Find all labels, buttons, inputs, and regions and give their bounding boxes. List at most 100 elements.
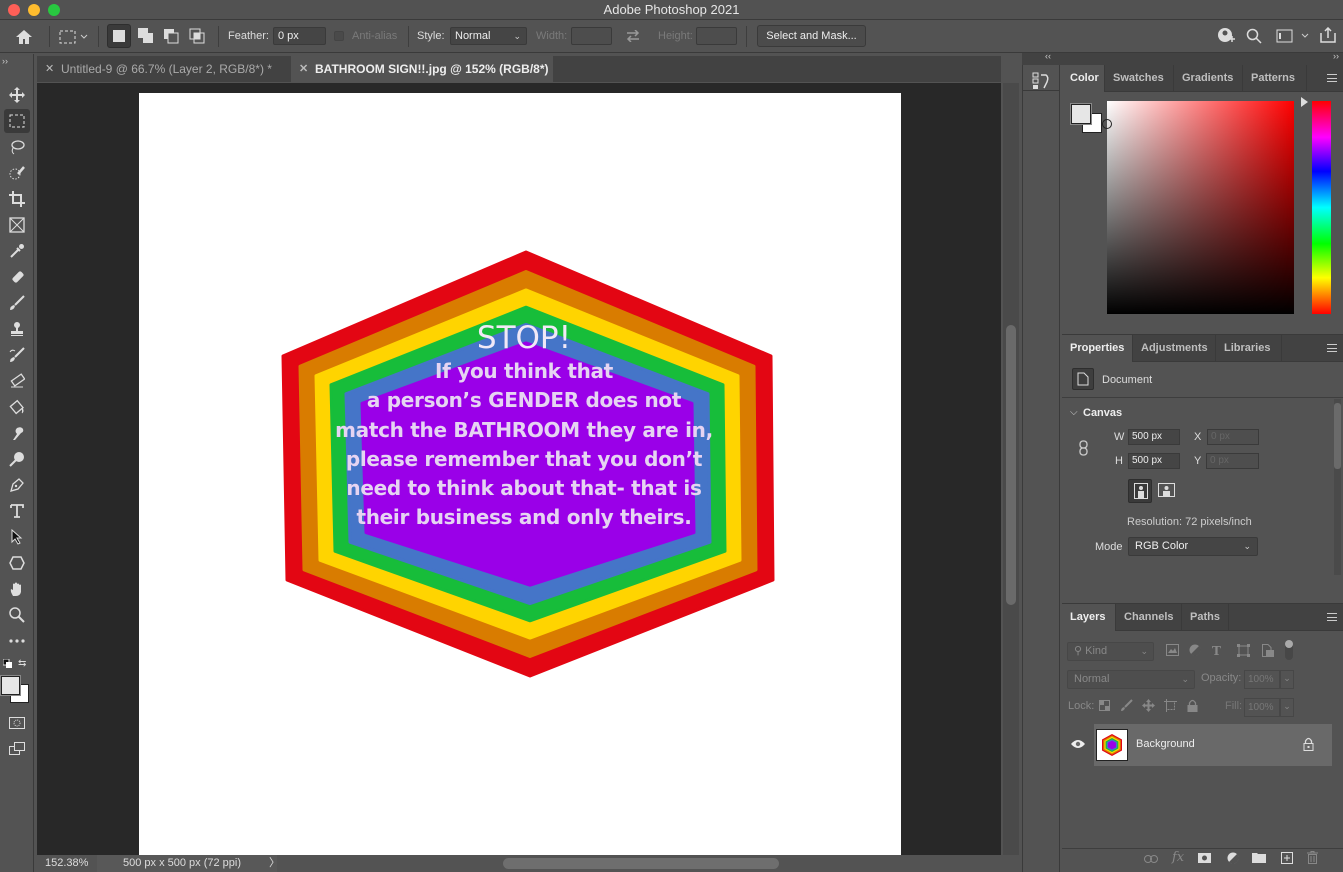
default-colors-icon[interactable] — [2, 658, 12, 668]
layer-style-fx-icon[interactable]: fx — [1172, 850, 1184, 865]
tab-layers[interactable]: Layers — [1062, 604, 1116, 631]
hue-slider-handle[interactable] — [1301, 97, 1308, 107]
visibility-eye-icon[interactable] — [1071, 739, 1085, 752]
expand-panels-icon[interactable]: ›› — [1333, 51, 1339, 61]
smudge-tool[interactable] — [4, 421, 30, 445]
clone-stamp-tool[interactable] — [4, 317, 30, 341]
brush-tool[interactable] — [4, 291, 30, 315]
style-select[interactable]: Normal ⌄ — [450, 27, 527, 45]
close-tab-icon[interactable]: ✕ — [299, 56, 308, 82]
new-layer-icon[interactable] — [1281, 852, 1293, 867]
chevron-down-icon[interactable]: ⌵ — [1070, 407, 1078, 418]
filter-pixel-layers-icon[interactable] — [1166, 644, 1179, 659]
collapse-panels-icon[interactable]: ‹‹ — [1045, 51, 1051, 61]
tab-properties[interactable]: Properties — [1062, 335, 1133, 362]
fill-dropdown-icon[interactable]: ⌄ — [1280, 698, 1294, 717]
history-brush-tool[interactable] — [4, 343, 30, 367]
vertical-scrollbar-thumb[interactable] — [1006, 325, 1016, 605]
horizontal-scrollbar-thumb[interactable] — [503, 858, 779, 869]
quick-selection-tool[interactable] — [4, 161, 30, 185]
add-layer-mask-icon[interactable] — [1198, 853, 1211, 866]
color-mode-select[interactable]: RGB Color ⌄ — [1128, 537, 1258, 556]
tab-bathroom-sign[interactable]: ✕ BATHROOM SIGN!!.jpg @ 152% (RGB/8*) — [291, 56, 553, 82]
layer-row-background[interactable]: Background — [1062, 724, 1332, 766]
type-tool[interactable] — [4, 499, 30, 523]
marquee-preset-picker[interactable] — [56, 26, 92, 47]
tab-paths[interactable]: Paths — [1182, 604, 1229, 631]
canvas-height-input[interactable]: 500 px — [1128, 453, 1180, 469]
filter-smart-objects-icon[interactable] — [1262, 644, 1274, 660]
color-picker-handle[interactable] — [1102, 119, 1112, 129]
document-canvas[interactable]: STOP! If you think that a person’s GENDER… — [139, 93, 901, 855]
more-tools[interactable] — [4, 629, 30, 653]
tab-gradients[interactable]: Gradients — [1174, 65, 1243, 92]
properties-scrollbar[interactable] — [1334, 399, 1341, 575]
expand-panel-icon[interactable]: ›› — [2, 56, 8, 66]
vertical-scrollbar[interactable] — [1003, 83, 1019, 855]
lock-transparent-pixels-icon[interactable] — [1099, 700, 1110, 714]
opacity-input[interactable]: 100% — [1244, 670, 1280, 689]
new-adjustment-layer-icon[interactable] — [1227, 852, 1239, 868]
eraser-tool[interactable] — [4, 369, 30, 393]
feather-input[interactable]: 0 px — [273, 27, 326, 45]
layer-lock-icon[interactable] — [1303, 737, 1314, 754]
close-window-button[interactable] — [8, 4, 20, 16]
tab-libraries[interactable]: Libraries — [1216, 335, 1282, 362]
frame-tool[interactable] — [4, 213, 30, 237]
foreground-color-swatch[interactable] — [1070, 103, 1092, 125]
pen-tool[interactable] — [4, 473, 30, 497]
canvas-y-input[interactable]: 0 px — [1206, 453, 1259, 469]
layer-filter-kind-select[interactable]: ⚲ Kind ⌄ — [1067, 642, 1154, 661]
tab-channels[interactable]: Channels — [1116, 604, 1182, 631]
layer-name[interactable]: Background — [1136, 738, 1195, 750]
tab-adjustments[interactable]: Adjustments — [1133, 335, 1216, 362]
screen-mode-button[interactable] — [4, 737, 30, 761]
opacity-dropdown-icon[interactable]: ⌄ — [1280, 670, 1294, 689]
history-panel-button[interactable] — [1023, 65, 1059, 91]
link-layers-icon[interactable] — [1144, 854, 1158, 866]
landscape-orientation-button[interactable] — [1158, 483, 1176, 499]
height-input[interactable] — [696, 27, 737, 45]
portrait-orientation-button[interactable] — [1128, 479, 1152, 503]
close-tab-icon[interactable]: ✕ — [45, 56, 54, 82]
filter-type-layers-icon[interactable]: T — [1212, 644, 1221, 658]
canvas-area[interactable]: STOP! If you think that a person’s GENDER… — [37, 83, 1001, 855]
blend-mode-select[interactable]: Normal ⌄ — [1067, 670, 1195, 689]
swap-dimensions-icon[interactable] — [624, 28, 642, 44]
marquee-tool[interactable] — [4, 109, 30, 133]
move-tool[interactable] — [4, 83, 30, 107]
hue-slider[interactable] — [1312, 101, 1331, 314]
tab-untitled-9[interactable]: ✕ Untitled-9 @ 66.7% (Layer 2, RGB/8*) * — [37, 56, 290, 82]
share-icon[interactable] — [1318, 25, 1338, 45]
select-and-mask-button[interactable]: Select and Mask... — [757, 25, 866, 47]
canvas-x-input[interactable]: 0 px — [1207, 429, 1259, 445]
filter-adjustment-layers-icon[interactable] — [1189, 644, 1201, 659]
minimize-window-button[interactable] — [28, 4, 40, 16]
search-icon[interactable] — [1244, 26, 1264, 46]
workspace-switcher-icon[interactable] — [1273, 26, 1313, 46]
tab-color[interactable]: Color — [1062, 65, 1105, 92]
tab-swatches[interactable]: Swatches — [1105, 65, 1174, 92]
lock-all-icon[interactable] — [1187, 699, 1198, 715]
paint-bucket-tool[interactable] — [4, 395, 30, 419]
zoom-window-button[interactable] — [48, 4, 60, 16]
panel-menu-icon[interactable] — [1327, 613, 1337, 621]
shape-tool[interactable] — [4, 551, 30, 575]
panel-menu-icon[interactable] — [1327, 344, 1337, 352]
quick-mask-button[interactable] — [4, 711, 30, 735]
subtract-from-selection-button[interactable] — [161, 26, 181, 46]
add-to-selection-button[interactable] — [136, 26, 156, 46]
filter-toggle[interactable] — [1285, 640, 1293, 660]
status-menu-arrow[interactable]: 〉 — [269, 855, 280, 872]
swap-colors-icon[interactable]: ⇆ — [18, 658, 28, 669]
zoom-level[interactable]: 152.38% — [45, 855, 88, 872]
delete-layer-icon[interactable] — [1307, 851, 1318, 867]
dodge-tool[interactable] — [4, 447, 30, 471]
canvas-section-header[interactable]: Canvas — [1083, 407, 1122, 419]
tab-patterns[interactable]: Patterns — [1243, 65, 1307, 92]
hand-tool[interactable] — [4, 577, 30, 601]
path-selection-tool[interactable] — [4, 525, 30, 549]
panel-menu-icon[interactable] — [1327, 74, 1337, 82]
color-field[interactable] — [1102, 101, 1294, 314]
anti-alias-checkbox[interactable] — [334, 31, 344, 41]
